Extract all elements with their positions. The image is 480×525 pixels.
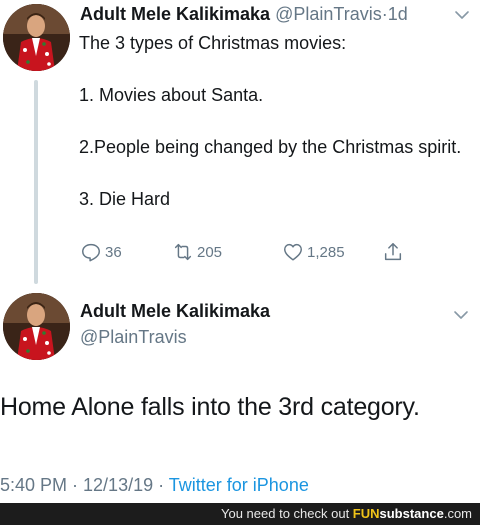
reply-icon	[82, 243, 100, 262]
author-handle[interactable]: @PlainTravis	[275, 4, 382, 24]
watermark-logo: FUNsubstance	[352, 506, 444, 521]
retweet-button[interactable]: 205	[172, 241, 222, 263]
retweet-icon	[174, 243, 192, 261]
tweet-meta: 5:40 PM · 12/13/19 · Twitter for iPhone	[0, 475, 309, 496]
tweet-line: 2.People being changed by the Christmas …	[79, 137, 462, 157]
tweet-line: The 3 types of Christmas movies:	[79, 33, 347, 53]
watermark-text: You need to check out FUNsubstance.com	[221, 506, 472, 521]
chevron-down-icon[interactable]	[452, 306, 470, 324]
retweet-count: 205	[197, 243, 223, 261]
tweet-line: 1. Movies about Santa.	[79, 85, 264, 105]
tweet-text: Home Alone falls into the 3rd category.	[0, 393, 420, 421]
thread-connector	[34, 80, 38, 284]
chevron-down-icon[interactable]	[453, 6, 471, 24]
like-count: 1,285	[307, 243, 345, 261]
tweet-line: 3. Die Hard	[79, 189, 171, 209]
avatar[interactable]	[3, 293, 70, 360]
tweet-timestamp[interactable]: 5:40 PM · 12/13/19 ·	[0, 475, 169, 495]
author-handle[interactable]: @PlainTravis	[80, 327, 187, 348]
tweet-header: Adult Mele Kalikimaka @PlainTravis·1d	[80, 4, 408, 25]
like-icon	[284, 243, 302, 261]
tweet-actions: 36 205 1,285	[80, 241, 420, 267]
tweet-source-link[interactable]: Twitter for iPhone	[169, 475, 309, 495]
author-name[interactable]: Adult Mele Kalikimaka	[80, 4, 270, 24]
tweet-text: The 3 types of Christmas movies: 1. Movi…	[79, 30, 475, 212]
share-icon	[384, 243, 402, 261]
avatar[interactable]	[3, 4, 70, 71]
watermark-footer: You need to check out FUNsubstance.com	[0, 503, 480, 525]
author-name[interactable]: Adult Mele Kalikimaka	[80, 301, 270, 322]
reply-count: 36	[105, 243, 122, 261]
share-button[interactable]	[382, 241, 404, 263]
tweet-time[interactable]: 1d	[388, 4, 408, 24]
like-button[interactable]: 1,285	[282, 241, 345, 263]
reply-button[interactable]: 36	[80, 241, 122, 263]
watermark-prefix: You need to check out	[221, 506, 353, 521]
